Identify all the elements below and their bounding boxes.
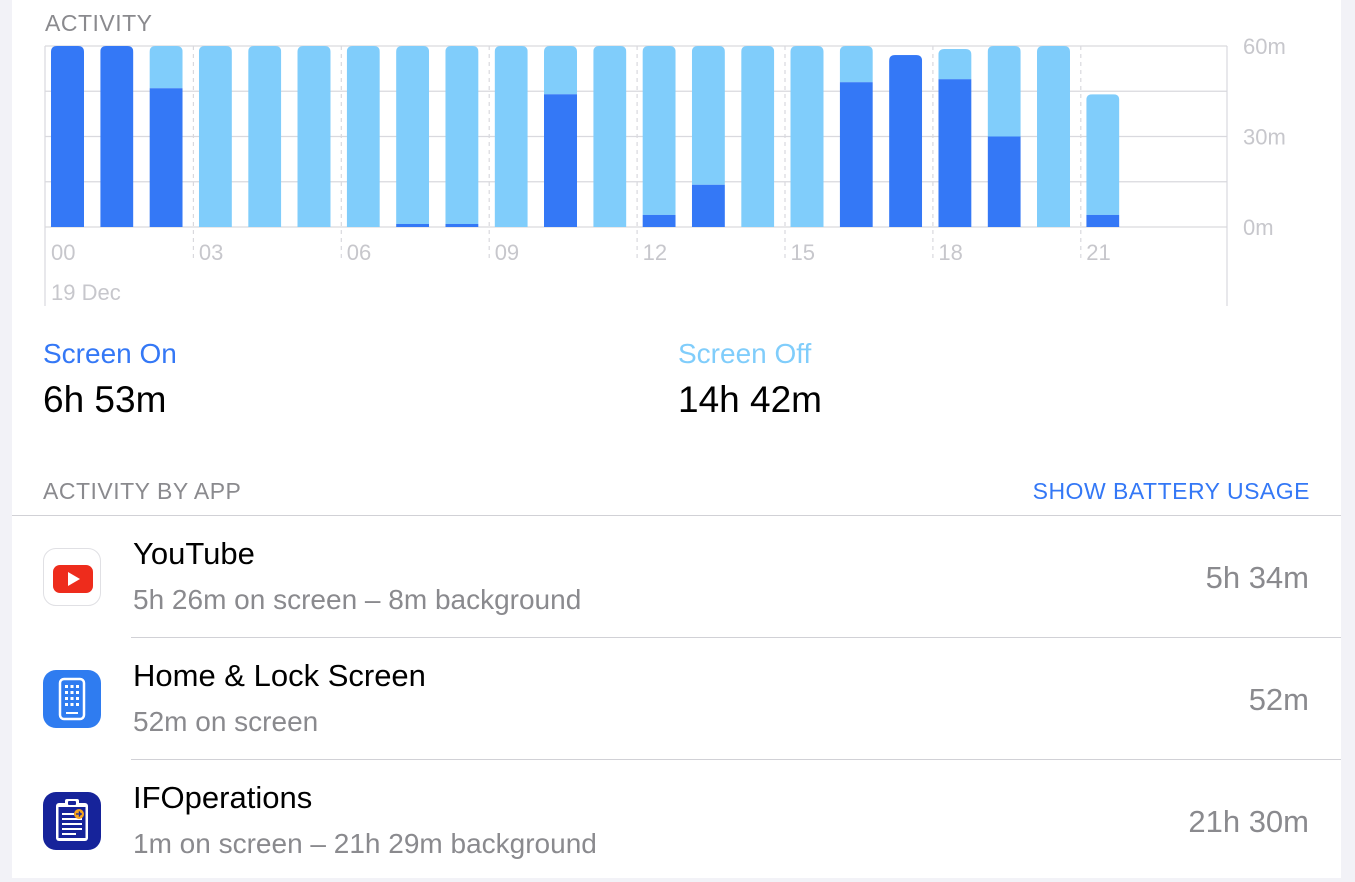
bar-screen-off: [741, 46, 775, 227]
app-total-usage: 21h 30m: [1188, 804, 1309, 839]
bar-screen-on: [987, 136, 1021, 227]
x-tick-label: 00: [51, 240, 75, 265]
bar-screen-off: [1086, 94, 1120, 215]
bar-screen-off: [544, 46, 577, 95]
battery-activity-card: ACTIVITY 60m 30m 0m 00 03 06 09 12 15 18 21 19 Dec …: [12, 0, 1341, 878]
bar-screen-off: [642, 46, 676, 215]
app-name: IFOperations: [133, 780, 313, 815]
bar-screen-off: [297, 46, 331, 227]
bar-screen-on: [1086, 214, 1120, 227]
screen-off-value: 14h 42m: [678, 379, 822, 420]
activity-chart: 60m 30m 0m 00 03 06 09 12 15 18 21 19 Dec: [44, 34, 1286, 306]
bar-screen-off: [1037, 46, 1070, 227]
bar-screen-off: [691, 46, 725, 185]
app-name: YouTube: [133, 536, 255, 571]
app-row-home-lock-screen[interactable]: Home & Lock Screen 52m on screen 52m: [12, 638, 1341, 760]
bar-screen-on: [691, 184, 725, 227]
bar-screen-on: [938, 79, 972, 227]
x-tick-label: 03: [199, 240, 223, 265]
bar-screen-on: [396, 223, 430, 227]
app-name: Home & Lock Screen: [133, 658, 426, 693]
app-total-usage: 52m: [1248, 682, 1309, 717]
x-tick-label: 09: [495, 240, 519, 265]
bar-screen-off: [198, 46, 232, 227]
x-tick-label: 06: [347, 240, 371, 265]
y-tick-label: 30m: [1243, 125, 1286, 150]
x-tick-label: 12: [643, 240, 667, 265]
app-detail: 5h 26m on screen – 8m background: [133, 584, 582, 615]
bar-screen-off: [839, 46, 873, 83]
y-tick-label: 0m: [1243, 215, 1274, 240]
home-lock-screen-icon: [43, 670, 101, 728]
bar-screen-on: [445, 223, 479, 227]
bar-screen-off: [149, 46, 183, 89]
app-detail: 52m on screen: [133, 706, 319, 737]
bar-screen-off: [987, 46, 1021, 137]
app-detail: 1m on screen – 21h 29m background: [133, 828, 597, 859]
bar-screen-on: [149, 88, 183, 227]
x-tick-label: 21: [1086, 240, 1110, 265]
bar-screen-off: [494, 46, 528, 227]
bar-screen-off: [790, 46, 824, 227]
date-label: 19 Dec: [51, 280, 121, 305]
ifoperations-icon: [43, 792, 101, 850]
y-tick-label: 60m: [1243, 34, 1286, 59]
bar-screen-off: [346, 46, 380, 227]
bar-screen-on: [642, 214, 676, 227]
bar-screen-off: [248, 46, 282, 227]
app-total-usage: 5h 34m: [1205, 560, 1309, 595]
bar-screen-off: [938, 49, 972, 80]
bar-screen-off: [396, 46, 430, 224]
bar-screen-on: [51, 46, 84, 227]
app-row-youtube[interactable]: YouTube 5h 26m on screen – 8m background…: [12, 516, 1341, 638]
activity-by-app-title: ACTIVITY BY APP: [43, 478, 242, 504]
x-tick-label: 15: [791, 240, 815, 265]
bar-screen-on: [889, 55, 923, 227]
bar-screen-off: [445, 46, 479, 224]
bar-screen-on: [544, 94, 577, 227]
x-tick-label: 18: [938, 240, 962, 265]
bar-screen-off: [593, 46, 627, 227]
screen-on-value: 6h 53m: [43, 379, 167, 420]
bar-screen-on: [100, 46, 134, 227]
show-battery-usage-button[interactable]: SHOW BATTERY USAGE: [1033, 478, 1310, 505]
youtube-icon: [43, 548, 101, 606]
screen-off-label: Screen Off: [678, 338, 812, 369]
app-row-ifoperations[interactable]: IFOperations 1m on screen – 21h 29m back…: [12, 760, 1341, 882]
screen-on-label: Screen On: [43, 338, 177, 369]
bar-screen-on: [839, 82, 873, 227]
